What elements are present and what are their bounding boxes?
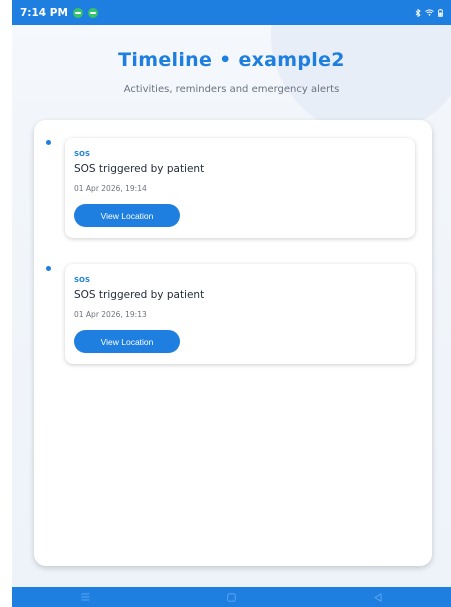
event-title: SOS triggered by patient: [74, 289, 205, 301]
view-location-button[interactable]: View Location: [74, 204, 180, 227]
event-type-badge: SOS: [74, 276, 91, 284]
timeline-event-card[interactable]: SOS SOS triggered by patient 01 Apr 2026…: [65, 264, 415, 364]
timeline-dot: [46, 266, 51, 271]
event-type-badge: SOS: [74, 150, 91, 158]
view-location-button[interactable]: View Location: [74, 330, 180, 353]
timeline-dot: [46, 140, 51, 145]
status-bar: 7:14 PM: [12, 0, 451, 25]
page-title: Timeline • example2: [118, 49, 345, 71]
home-icon[interactable]: [227, 592, 237, 602]
wifi-icon: [425, 9, 434, 16]
app-notification-icon: [87, 7, 98, 18]
status-indicators: [415, 8, 443, 17]
battery-icon: [438, 8, 443, 17]
event-timestamp: 01 Apr 2026, 19:14: [74, 184, 147, 193]
device-screen: 7:14 PM Timeline • example2 Activities, …: [12, 0, 451, 607]
decorative-circle: [271, 25, 451, 135]
event-title: SOS triggered by patient: [74, 163, 205, 175]
timeline-panel[interactable]: SOS SOS triggered by patient 01 Apr 2026…: [34, 120, 432, 566]
timeline-screen: Timeline • example2 Activities, reminder…: [12, 25, 451, 587]
page-subtitle: Activities, reminders and emergency aler…: [123, 84, 340, 95]
navigation-bar: [12, 587, 451, 607]
event-timestamp: 01 Apr 2026, 19:13: [74, 310, 147, 319]
menu-icon[interactable]: [81, 593, 90, 601]
timeline-event-card[interactable]: SOS SOS triggered by patient 01 Apr 2026…: [65, 138, 415, 238]
app-notification-icon: [72, 7, 83, 18]
back-icon[interactable]: [374, 592, 382, 602]
bluetooth-icon: [415, 8, 421, 17]
status-time: 7:14 PM: [20, 6, 68, 19]
